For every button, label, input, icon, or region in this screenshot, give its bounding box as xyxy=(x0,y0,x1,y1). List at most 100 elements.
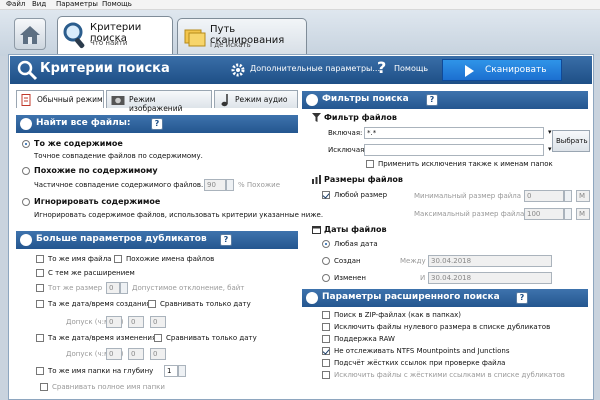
label-compare-full-folder: Сравнивать полное имя папки xyxy=(52,383,165,391)
chk-similar-names[interactable] xyxy=(114,255,122,263)
tab-image-mode[interactable]: Режим изображений xyxy=(106,90,212,113)
min-size-unit[interactable]: M xyxy=(576,190,590,202)
chk-same-name[interactable] xyxy=(36,255,44,263)
chk-compare-full-folder[interactable] xyxy=(40,383,48,391)
chk-compare-date-created[interactable] xyxy=(148,300,156,308)
created-date-input[interactable]: 30.04.2018 xyxy=(428,255,552,267)
chk-zip-search[interactable] xyxy=(322,311,330,319)
include-input[interactable]: *.* xyxy=(364,127,544,139)
max-size-unit[interactable]: M xyxy=(576,208,590,220)
advanced-settings-link[interactable]: Дополнительные параметры... xyxy=(250,64,380,73)
choose-button[interactable]: Выбрать xyxy=(552,130,590,152)
size-deviation-spinner[interactable] xyxy=(120,282,128,294)
help-link[interactable]: Помощь xyxy=(394,64,428,73)
radio-similar-content[interactable] xyxy=(22,167,30,175)
tol-modified-hours[interactable]: 0 xyxy=(106,348,122,360)
label-zip-search: Поиск в ZIP-файлах (как в папках) xyxy=(334,311,462,319)
label-same-extension: С тем же расширением xyxy=(48,269,135,277)
tab-search-criteria[interactable]: Критерии поиска Что найти xyxy=(57,16,173,56)
tab-normal-mode[interactable]: Обычный режим xyxy=(16,90,104,108)
chk-compare-date-modified[interactable] xyxy=(154,334,162,342)
similarity-input[interactable]: 90 xyxy=(204,179,226,191)
chk-hardlinks-exclude[interactable] xyxy=(322,371,330,379)
help-button[interactable]: ? xyxy=(516,292,528,304)
chk-same-size[interactable] xyxy=(36,284,44,292)
similarity-spinner[interactable] xyxy=(226,179,234,191)
include-label: Включая: xyxy=(328,129,363,137)
tol-created-sec[interactable]: 0 xyxy=(150,316,166,328)
min-size-input[interactable]: 0 xyxy=(524,190,564,202)
chk-hardlinks[interactable] xyxy=(322,359,330,367)
menu-help[interactable]: Помощь xyxy=(102,0,132,9)
radio-created[interactable] xyxy=(322,257,330,265)
tol-modified-sec[interactable]: 0 xyxy=(150,348,166,360)
label-same-modified: Та же дата/время изменения xyxy=(48,334,157,342)
folder-depth-input[interactable]: 1 xyxy=(164,365,178,377)
camera-icon xyxy=(111,96,125,105)
label-similar-content: Похожие по содержимому xyxy=(34,166,158,175)
tab-label: Режим аудио xyxy=(235,95,288,104)
desc-ignore-content: Игнорировать содержимое файлов, использо… xyxy=(34,211,324,219)
radio-ignore-content[interactable] xyxy=(22,198,30,206)
max-size-input[interactable]: 100 xyxy=(524,208,564,220)
chk-same-modified[interactable] xyxy=(36,334,44,342)
label-max-size: Максимальный размер файла xyxy=(414,210,525,218)
chk-raw-support[interactable] xyxy=(322,335,330,343)
max-size-spinner[interactable] xyxy=(564,208,572,220)
label-hardlinks-exclude: Исключить файлы с жёсткими ссылками в сп… xyxy=(334,371,565,379)
sizes-icon xyxy=(312,175,321,184)
chk-same-extension[interactable] xyxy=(36,269,44,277)
tab-scan-path[interactable]: Путь сканирования Где искать xyxy=(177,18,307,58)
home-button[interactable] xyxy=(14,18,46,50)
help-button[interactable]: ? xyxy=(220,234,232,246)
help-button[interactable]: ? xyxy=(426,94,438,106)
label-ntfs: Не отслеживать NTFS Mountpoints and Junc… xyxy=(334,347,510,355)
min-size-spinner[interactable] xyxy=(564,190,572,202)
magnifier-icon xyxy=(20,234,32,246)
exclude-dropdown-icon[interactable]: ▾ xyxy=(548,145,552,153)
folders-icon xyxy=(184,29,206,47)
radio-same-content[interactable] xyxy=(22,140,30,148)
label-same-folder: То же имя папки на глубину xyxy=(48,367,154,375)
size-deviation-input[interactable]: 0 xyxy=(106,282,120,294)
chk-same-folder[interactable] xyxy=(36,367,44,375)
calendar-icon xyxy=(312,226,321,234)
tol-created-hours[interactable]: 0 xyxy=(106,316,122,328)
label-similar-names: Похожие имена файлов xyxy=(126,255,215,263)
section-title: Больше параметров дубликатов xyxy=(36,234,207,244)
home-icon xyxy=(20,26,40,44)
include-dropdown-icon[interactable]: ▾ xyxy=(548,128,552,136)
menu-view[interactable]: Вид xyxy=(32,0,46,9)
chk-any-size[interactable] xyxy=(322,191,330,199)
label-same-content: То же содержимое xyxy=(34,139,123,148)
file-sizes-label: Размеры файлов xyxy=(324,175,403,184)
criteria-title-bar: Критерии поиска Дополнительные параметры… xyxy=(10,56,592,84)
menu-settings[interactable]: Параметры xyxy=(56,0,98,9)
radio-any-date[interactable] xyxy=(322,240,330,248)
label-any-date: Любая дата xyxy=(334,240,378,248)
chk-same-created[interactable] xyxy=(36,300,44,308)
tab-audio-mode[interactable]: Режим аудио xyxy=(214,90,298,108)
label-min-size: Минимальный размер файла xyxy=(414,192,522,200)
chk-exclude-zero[interactable] xyxy=(322,323,330,331)
modified-date-input[interactable]: 30.04.2018 xyxy=(428,272,552,284)
similarity-unit: % Похожие xyxy=(238,181,281,189)
section-title: Параметры расширенного поиска xyxy=(322,292,500,302)
chk-ntfs[interactable] xyxy=(322,347,330,355)
menu-file[interactable]: Файл xyxy=(6,0,25,9)
help-button[interactable]: ? xyxy=(151,118,163,130)
tol-modified-min[interactable]: 0 xyxy=(128,348,144,360)
filter-icon xyxy=(312,113,321,122)
magnifier-icon xyxy=(63,22,85,49)
tol-created-min[interactable]: 0 xyxy=(128,316,144,328)
label-hardlinks: Подсчёт жёстких ссылок при проверке файл… xyxy=(334,359,506,367)
label-ignore-content: Игнорировать содержимое xyxy=(34,197,161,206)
scan-button[interactable]: Сканировать xyxy=(442,59,562,81)
exclude-input[interactable] xyxy=(364,144,544,156)
radio-modified[interactable] xyxy=(322,274,330,282)
label-any-size: Любой размер xyxy=(334,191,388,199)
chk-apply-to-folders[interactable] xyxy=(366,160,374,168)
label-same-created: Та же дата/время создания xyxy=(48,300,151,308)
folder-depth-spinner[interactable] xyxy=(178,365,186,377)
find-all-header: Найти все файлы: ? xyxy=(16,115,298,133)
